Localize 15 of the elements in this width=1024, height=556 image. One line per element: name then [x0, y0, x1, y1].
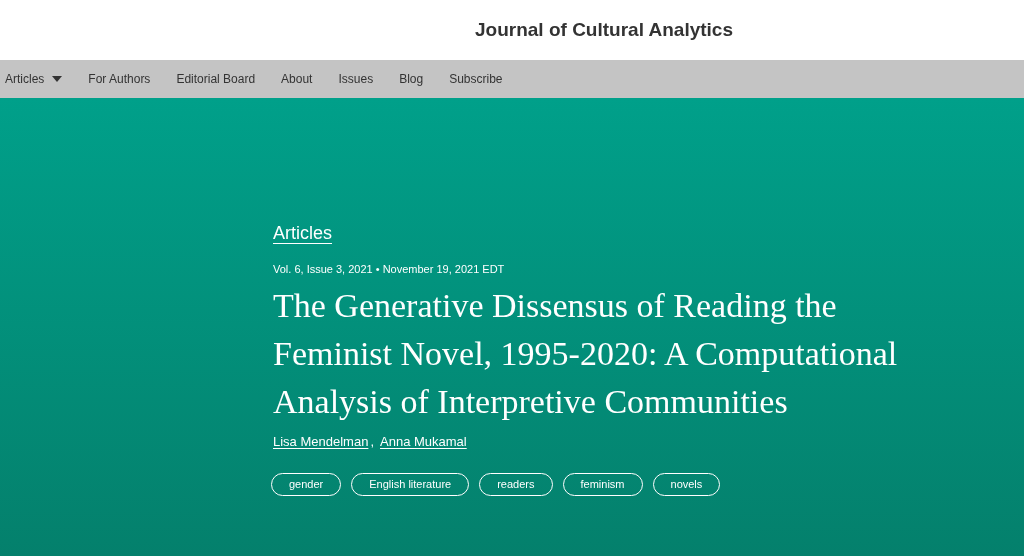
author-link[interactable]: Anna Mukamal — [380, 431, 467, 451]
nav-link[interactable]: About — [281, 70, 313, 88]
nav-link[interactable]: Subscribe — [449, 70, 503, 88]
caret-icon — [52, 76, 63, 82]
nav-link[interactable]: Editorial Board — [176, 70, 256, 88]
section-link[interactable]: Articles — [273, 220, 332, 247]
nav-link[interactable]: Blog — [399, 70, 424, 88]
article-meta: Vol. 6, Issue 3, 2021 • November 19, 2021 EDT — [273, 262, 506, 277]
nav-link[interactable]: For Authors — [88, 70, 151, 88]
site-title[interactable]: Journal of Cultural Analytics — [475, 15, 733, 45]
author-link[interactable]: Lisa Mendelman — [273, 431, 369, 451]
author-separator: , — [370, 432, 374, 451]
nav-link[interactable]: Articles — [5, 70, 63, 88]
article-title: The Generative Dissensus of Reading the Feminist Novel, 1995-2020: A Computational Analysis of Interpretive Communities — [273, 285, 899, 422]
nav-link[interactable]: Issues — [338, 70, 374, 88]
